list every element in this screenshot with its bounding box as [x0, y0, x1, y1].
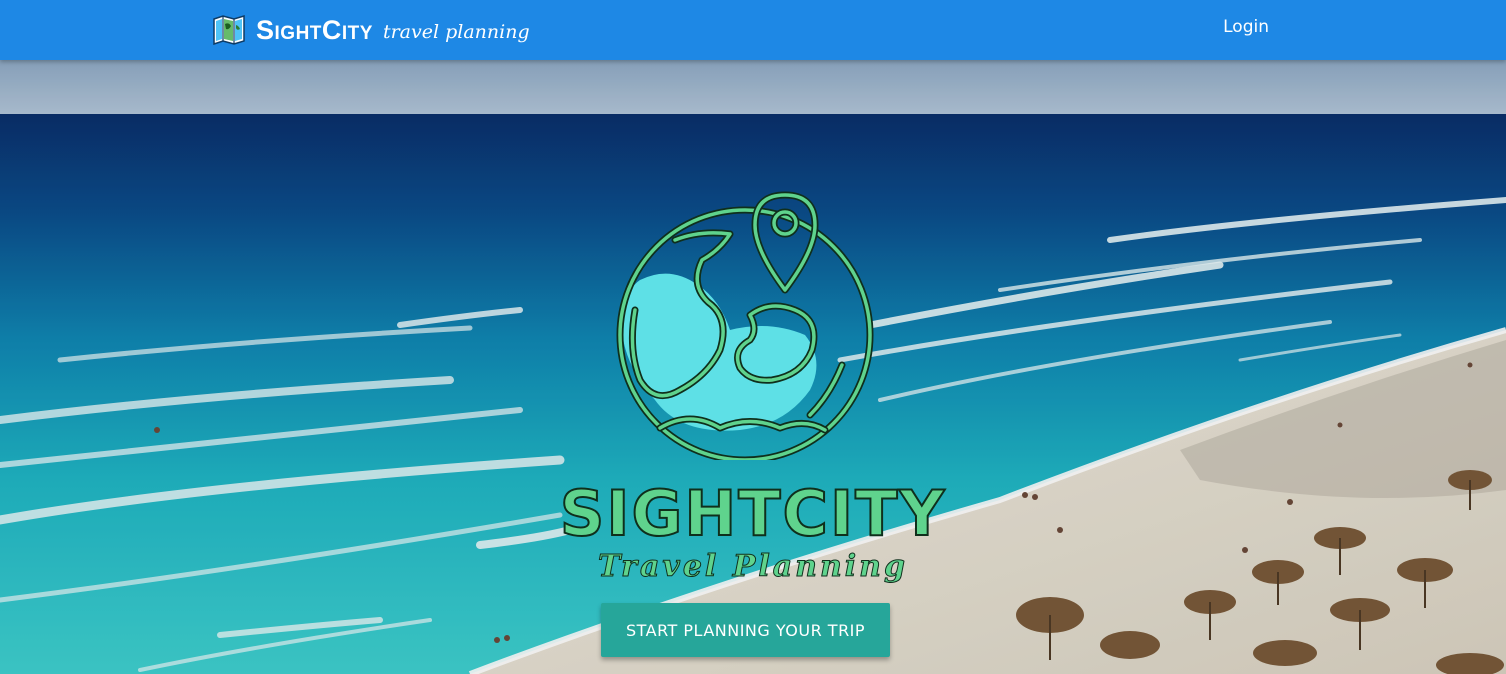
folded-map-icon [213, 15, 245, 45]
page: SightCity travel planning Login SIGHTCIT… [0, 0, 1506, 674]
login-link[interactable]: Login [1223, 17, 1269, 37]
hero-section: SIGHTCITY Travel Planning START PLANNING… [0, 60, 1506, 674]
logo-wordmark: SIGHTCITY [559, 477, 947, 550]
brand-name: SightCity [256, 14, 373, 45]
brand-tagline: travel planning [382, 21, 530, 43]
navbar: SightCity travel planning Login [0, 0, 1506, 60]
logo-subtitle: Travel Planning [598, 549, 908, 584]
brand-logo[interactable]: SightCity travel planning [212, 13, 530, 47]
globe-location-pin-icon [616, 191, 874, 460]
start-planning-button[interactable]: START PLANNING YOUR TRIP [601, 603, 890, 657]
